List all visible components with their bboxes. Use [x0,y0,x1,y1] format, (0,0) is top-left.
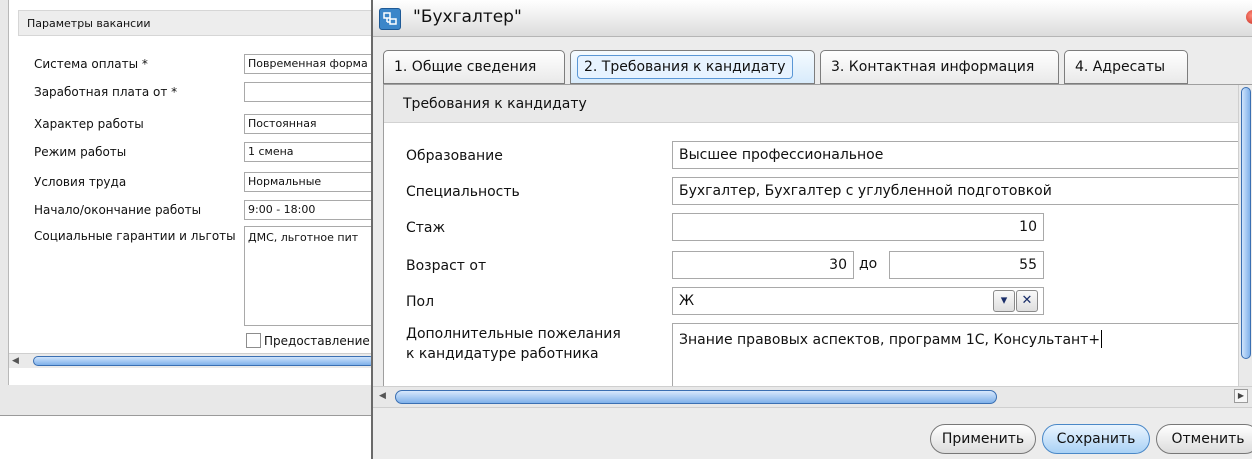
wishes-label-line1: Дополнительные пожелания [406,326,621,342]
app-window-icon [379,8,401,30]
tab-candidate-requirements-label: 2. Требования к кандидату [577,55,793,79]
work-nature-field[interactable]: Постоянная [244,114,374,134]
wishes-label-line2: к кандидатуре работника [406,346,599,362]
specialty-field[interactable]: Бухгалтер, Бухгалтер с углубленной подго… [672,177,1252,205]
tab-contact-info[interactable]: 3. Контактная информация [820,50,1059,84]
vacancy-params-header: Параметры вакансии [18,10,372,36]
work-mode-field[interactable]: 1 смена [244,142,374,162]
experience-label: Стаж [406,220,446,236]
dialog-titlebar[interactable]: "Бухгалтер" [373,0,1252,37]
scroll-left-arrow-icon[interactable]: ◀ [379,391,386,401]
payment-system-label: Система оплаты * [34,57,148,71]
dropdown-arrow-icon[interactable]: ▾ [993,290,1015,312]
apply-button[interactable]: Применить [930,424,1036,454]
scroll-right-arrow-icon[interactable]: ▶ [1234,389,1248,403]
work-mode-label: Режим работы [34,145,127,159]
work-conditions-field[interactable]: Нормальные [244,172,374,192]
dialog-title: "Бухгалтер" [413,7,522,27]
age-from-label: Возраст от [406,258,487,274]
cancel-button[interactable]: Отменить [1156,424,1252,454]
work-conditions-label: Условия труда [34,175,127,189]
gender-select[interactable]: Ж [672,287,1044,315]
panel-vertical-scroll-thumb[interactable] [1241,87,1251,359]
dialog-horizontal-scroll-thumb[interactable] [395,390,997,404]
wishes-text: Знание правовых аспектов, программ 1С, К… [679,332,1101,348]
vacancy-dialog: "Бухгалтер" 1. Общие сведения 2. Требова… [371,0,1252,459]
background-scroll-thumb[interactable] [33,356,375,366]
text-cursor [1101,330,1103,348]
tab-general-info-label: 1. Общие сведения [394,59,537,75]
salary-from-field[interactable] [244,82,374,102]
dialog-horizontal-scrollbar[interactable]: ◀ ▶ [373,386,1252,408]
social-benefits-field[interactable]: ДМС, льготное пит [244,226,374,326]
panel-vertical-scrollbar[interactable] [1238,85,1252,388]
tab-recipients[interactable]: 4. Адресаты [1064,50,1188,84]
social-benefits-label: Социальные гарантии и льготы [34,229,236,243]
experience-field[interactable]: 10 [672,213,1044,241]
benefits-checkbox[interactable] [246,333,261,348]
background-window: Параметры вакансии Система оплаты * Повр… [0,0,375,416]
scroll-left-icon[interactable]: ◀ [12,356,19,366]
gender-label: Пол [406,294,435,310]
benefits-checkbox-label: Предоставление [264,334,370,348]
save-button[interactable]: Сохранить [1042,424,1150,454]
tab-general-info[interactable]: 1. Общие сведения [383,50,565,84]
tab-candidate-requirements[interactable]: 2. Требования к кандидату [570,50,815,84]
close-icon[interactable] [1246,10,1252,24]
specialty-label: Специальность [406,184,520,200]
work-hours-field[interactable]: 9:00 - 18:00 [244,200,374,220]
work-hours-label: Начало/окончание работы [34,203,202,217]
section-title: Требования к кандидату [384,85,1252,123]
background-horizontal-scrollbar[interactable]: ◀ [9,353,375,368]
payment-system-field[interactable]: Повременная форма [244,54,374,74]
education-label: Образование [406,148,503,164]
age-from-field[interactable]: 30 [672,251,854,279]
salary-from-label: Заработная плата от * [34,85,178,99]
age-to-field[interactable]: 55 [889,251,1044,279]
tab-contact-info-label: 3. Контактная информация [831,59,1035,75]
clear-icon[interactable]: ✕ [1016,290,1038,312]
tab-recipients-label: 4. Адресаты [1075,59,1166,75]
age-to-label: до [859,256,878,272]
benefits-checkbox-row[interactable]: Предоставление [246,333,370,348]
requirements-panel: Требования к кандидату Образование Высше… [383,84,1252,389]
work-nature-label: Характер работы [34,117,144,131]
education-field[interactable]: Высшее профессиональное [672,141,1252,169]
wishes-textarea[interactable]: Знание правовых аспектов, программ 1С, К… [672,323,1252,388]
